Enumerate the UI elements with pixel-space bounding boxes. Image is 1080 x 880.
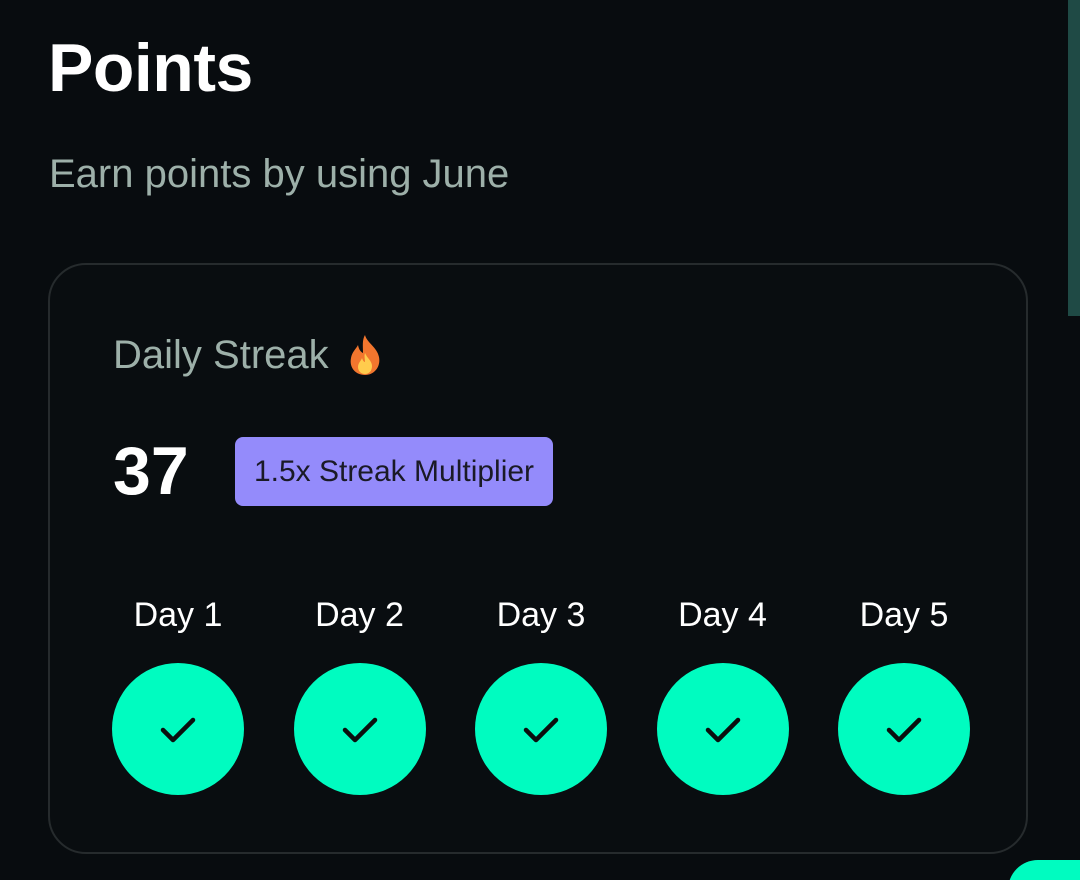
- streak-multiplier-badge: 1.5x Streak Multiplier: [235, 437, 553, 506]
- page-subtitle: Earn points by using June: [49, 152, 510, 196]
- check-icon: [342, 717, 377, 743]
- day-completed-circle: [838, 663, 970, 795]
- day-item: Day 3: [475, 595, 607, 795]
- daily-streak-card: Daily Streak 37 1.5x Streak Multiplier D…: [48, 263, 1028, 854]
- day-label: Day 4: [678, 596, 767, 634]
- check-icon: [523, 717, 559, 743]
- card-heading: Daily Streak: [113, 331, 385, 379]
- day-completed-circle: [475, 663, 607, 795]
- scrollbar[interactable]: [1068, 0, 1080, 316]
- day-item: Day 5: [838, 595, 970, 795]
- floating-action-button[interactable]: [1008, 860, 1080, 880]
- streak-count: 37: [113, 433, 189, 509]
- day-item: Day 2: [293, 595, 426, 795]
- streak-days-row: Day 1 Day 2 Day 3 Day 4 Day 5: [112, 595, 970, 795]
- day-label: Day 3: [496, 596, 586, 634]
- fire-icon: [350, 335, 379, 375]
- day-completed-circle: [112, 663, 244, 795]
- check-icon: [160, 717, 196, 743]
- day-item: Day 4: [656, 595, 789, 795]
- day-label: Day 5: [859, 596, 949, 634]
- day-label: Day 2: [315, 596, 404, 634]
- page-title: Points: [48, 30, 253, 106]
- day-completed-circle: [656, 663, 789, 795]
- day-label: Day 1: [133, 596, 223, 634]
- check-icon: [886, 717, 922, 743]
- day-completed-circle: [293, 663, 426, 795]
- day-item: Day 1: [112, 595, 244, 795]
- card-heading-label: Daily Streak: [113, 333, 329, 377]
- check-icon: [705, 717, 740, 743]
